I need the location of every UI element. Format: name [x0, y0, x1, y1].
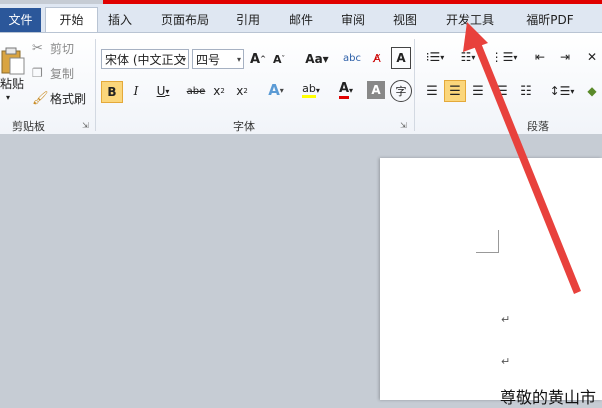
annotation-arrow — [463, 22, 581, 294]
